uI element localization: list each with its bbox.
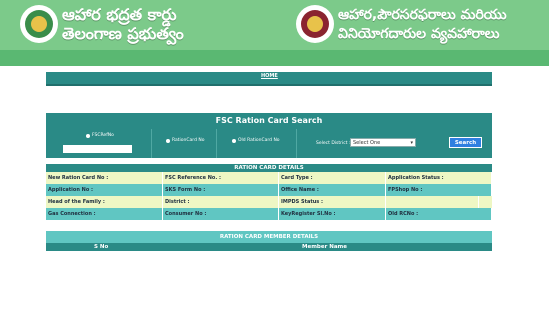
radio-fscrefno-label: FSCRefNo <box>92 133 114 138</box>
search-panel-title: FSC Ration Card Search <box>46 113 492 129</box>
detail-label: KeyRegister Sl.No : <box>279 208 386 220</box>
search-button[interactable]: Search <box>449 137 482 148</box>
column-header-member-name: Member Name <box>302 244 348 250</box>
detail-label: Office Name : <box>279 184 386 196</box>
column-header-sno: S No <box>94 244 109 250</box>
ration-card-details-title: RATION CARD DETAILS <box>46 164 492 172</box>
details-row: Gas Connection : Consumer No : KeyRegist… <box>46 208 492 220</box>
details-row: Application No : SKS Form No : Office Na… <box>46 184 492 196</box>
radio-old-rationcard-no-label: Old RationCard No <box>238 138 280 143</box>
detail-label: Card Type : <box>279 172 386 184</box>
header-band <box>0 50 549 66</box>
district-label: Select District : <box>316 141 351 146</box>
radio-rationcard-no[interactable] <box>166 139 170 143</box>
detail-label: New Ration Card No : <box>46 172 163 184</box>
search-panel: FSCRefNo RationCard No Old RationCard No… <box>46 129 492 158</box>
radio-rationcard-no-label: RationCard No <box>172 138 205 143</box>
detail-label: FPShop No : <box>386 184 492 196</box>
detail-label: Gas Connection : <box>46 208 163 220</box>
header-title-left-line1: ఆహార భద్రత కార్డు <box>62 5 177 24</box>
detail-label: District : <box>163 196 279 208</box>
detail-label: Old RCNo : <box>386 208 492 220</box>
details-row: New Ration Card No : FSC Reference No. :… <box>46 172 492 184</box>
member-table-header: S No Member Name <box>46 243 492 251</box>
detail-label <box>386 196 479 208</box>
detail-label: Application Status : <box>386 172 492 184</box>
district-select-value: Select One <box>353 140 381 146</box>
radio-fscrefno[interactable] <box>86 134 90 138</box>
civil-supplies-logo <box>296 5 334 43</box>
search-number-input[interactable] <box>63 145 132 153</box>
divider <box>151 129 152 158</box>
home-link[interactable]: HOME <box>261 73 278 79</box>
divider <box>216 129 217 158</box>
detail-label: SKS Form No : <box>163 184 279 196</box>
header-title-left-line2: తెలంగాణ ప్రభుత్వం <box>62 24 184 43</box>
nav-bar: HOME <box>46 72 492 86</box>
telangana-emblem-logo <box>20 5 58 43</box>
radio-old-rationcard-no[interactable] <box>232 139 236 143</box>
district-select[interactable]: Select One ▾ <box>350 138 416 147</box>
member-details-title: RATION CARD MEMBER DETAILS <box>46 231 492 243</box>
divider <box>296 129 297 158</box>
detail-label: Application No : <box>46 184 163 196</box>
detail-label: FSC Reference No. : <box>163 172 279 184</box>
detail-label: IMPDS Status : <box>279 196 386 208</box>
site-header: ఆహార భద్రత కార్డు తెలంగాణ ప్రభుత్వం ఆహార… <box>0 0 549 50</box>
chevron-down-icon: ▾ <box>410 140 413 146</box>
details-row: Head of the Family : District : IMPDS St… <box>46 196 492 208</box>
header-title-right-line2: వినియోగదారుల వ్యవహారాలు <box>338 26 500 42</box>
detail-label: Head of the Family : <box>46 196 163 208</box>
detail-label: Consumer No : <box>163 208 279 220</box>
header-title-right-line1: ఆహార,పౌరసరఫరాలు మరియు <box>338 7 507 23</box>
